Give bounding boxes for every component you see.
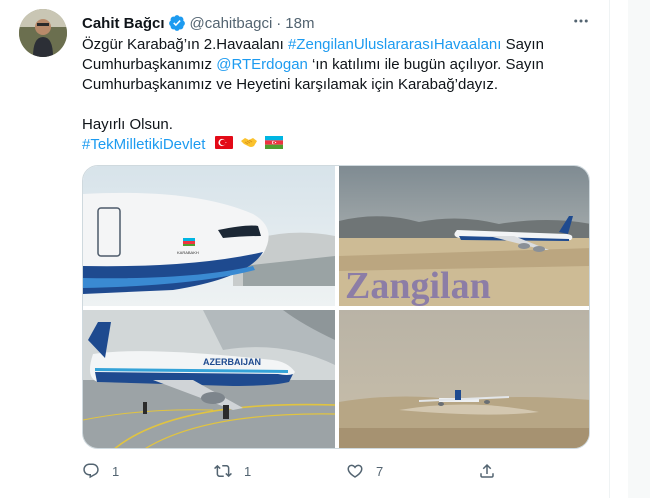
image-caption: AZERBAIJAN <box>203 357 261 367</box>
hashtag-link[interactable]: #ZengilanUluslararasıHavaalanı <box>288 36 501 53</box>
user-handle[interactable]: @cahitbagci <box>190 15 273 32</box>
text-segment: Hayırlı Olsun. <box>82 116 173 133</box>
tweet-actions: 1 1 7 <box>82 460 590 482</box>
handshake-icon <box>240 135 258 155</box>
verified-badge-icon <box>168 14 186 32</box>
image-caption: KARABAKH <box>177 250 199 255</box>
text-segment: ‘ın katılımı ile bugün açılıyor. Sayın <box>307 56 544 73</box>
mention-link[interactable]: @RTErdogan <box>216 56 308 73</box>
retweet-icon <box>214 464 232 478</box>
reply-count: 1 <box>112 463 120 479</box>
reply-button[interactable]: 1 <box>82 462 214 480</box>
separator-dot: · <box>276 14 282 32</box>
tweet[interactable]: Cahit Bağcı @cahitbagci · 18m Özgür Kara… <box>0 0 610 498</box>
text-segment: Cumhurbaşkanımız ve Heyetini karşılamak … <box>82 76 499 93</box>
tweet-timestamp[interactable]: 18m <box>285 15 314 32</box>
azerbaijan-flag-icon <box>265 135 284 155</box>
media-image-1[interactable]: KARABAKH <box>83 166 335 306</box>
reply-icon <box>83 463 99 479</box>
tweet-text: Özgür Karabağ’ın 2.Havaalanı #ZengilanUl… <box>82 35 602 155</box>
turkey-flag-icon <box>215 135 234 155</box>
zangilan-sign: Zangilan <box>345 265 491 306</box>
emoji-group <box>215 135 284 155</box>
like-button[interactable]: 7 <box>346 462 478 480</box>
more-options-icon[interactable] <box>570 10 592 32</box>
text-segment: Cumhurbaşkanımız <box>82 56 217 73</box>
media-image-4[interactable] <box>339 310 589 448</box>
retweet-button[interactable]: 1 <box>214 462 346 480</box>
text-segment: Özgür Karabağ’ın 2.Havaalanı <box>82 36 288 53</box>
text-segment: Sayın <box>501 36 544 53</box>
avatar[interactable] <box>19 9 67 57</box>
share-icon <box>480 463 494 478</box>
timeline-border <box>609 0 610 498</box>
display-name[interactable]: Cahit Bağcı <box>82 15 165 32</box>
retweet-count: 1 <box>244 463 252 479</box>
like-count: 7 <box>376 463 384 479</box>
hashtag-link[interactable]: #TekMilletikiDevlet <box>82 136 205 153</box>
media-image-3[interactable]: AZERBAIJAN <box>83 310 335 448</box>
media-grid: KARABAKH Zangilan AZERBAIJAN <box>82 165 590 449</box>
scrollbar[interactable] <box>628 0 650 498</box>
share-button[interactable] <box>478 462 508 480</box>
tweet-header: Cahit Bağcı @cahitbagci · 18m <box>82 13 314 33</box>
media-image-2[interactable]: Zangilan <box>339 166 589 306</box>
heart-icon <box>347 464 363 478</box>
image-caption: Zangilan <box>345 265 491 306</box>
